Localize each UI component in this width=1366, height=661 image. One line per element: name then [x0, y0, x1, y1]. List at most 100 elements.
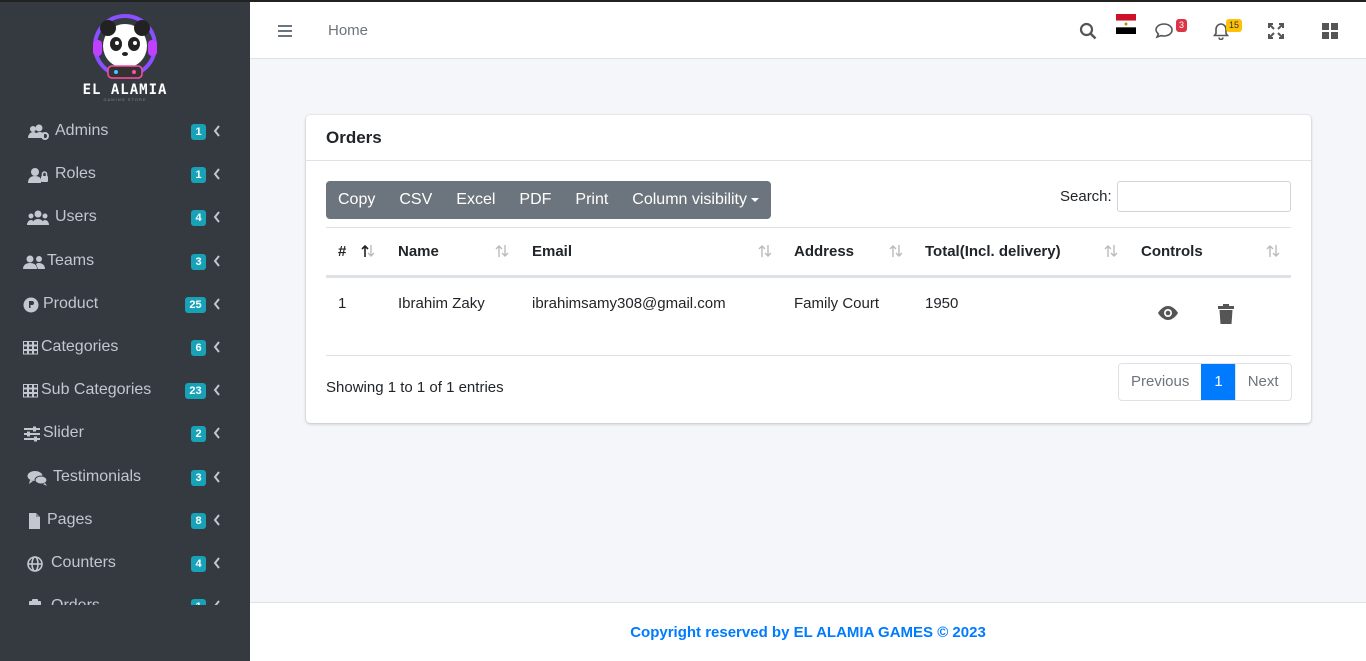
- column-header-email[interactable]: Email: [532, 243, 572, 260]
- fullscreen-icon[interactable]: [1268, 23, 1284, 39]
- sidebar-item-badge: 6: [191, 340, 206, 356]
- sidebar-item-badge: 25: [185, 297, 206, 313]
- copy-button[interactable]: Copy: [326, 181, 387, 219]
- sidebar-item-sub-categories[interactable]: Sub Categories 23: [0, 371, 250, 411]
- sidebar-fade: [0, 605, 250, 661]
- sidebar-item-badge: 8: [191, 513, 206, 529]
- csv-button[interactable]: CSV: [387, 181, 444, 219]
- orders-card: Orders Copy CSV Excel PDF Print Column v…: [306, 115, 1311, 423]
- table-info: Showing 1 to 1 of 1 entries: [326, 379, 504, 396]
- sidebar-item-label: Teams: [47, 252, 95, 269]
- sidebar-item-label: Users: [55, 208, 97, 225]
- column-header-id[interactable]: #: [338, 243, 346, 260]
- messages-badge: 3: [1176, 19, 1188, 32]
- sort-icon[interactable]: [1265, 244, 1281, 258]
- grid-layout-icon[interactable]: [1322, 23, 1338, 39]
- user-lock-icon: [28, 168, 48, 183]
- sidebar-item-slider[interactable]: Slider 2: [0, 414, 250, 454]
- delete-trash-icon[interactable]: [1217, 304, 1235, 324]
- chevron-left-icon: [213, 125, 220, 137]
- pagination-page-1[interactable]: 1: [1201, 364, 1235, 400]
- sidebar-item-label: Counters: [51, 554, 116, 571]
- search-input[interactable]: [1117, 181, 1291, 212]
- sort-icon[interactable]: [1103, 244, 1119, 258]
- brand-name: EL ALAMIA: [82, 82, 168, 98]
- column-header-name[interactable]: Name: [398, 243, 439, 260]
- card-title: Orders: [326, 128, 382, 147]
- sidebar-item-label: Product: [43, 295, 99, 312]
- chevron-left-icon: [213, 168, 220, 180]
- excel-button[interactable]: Excel: [444, 181, 507, 219]
- chevron-left-icon: [213, 557, 220, 569]
- sort-icon[interactable]: [757, 244, 773, 258]
- sidebar-item-badge: 1: [191, 167, 206, 183]
- sidebar-item-users[interactable]: Users 4: [0, 198, 250, 238]
- sidebar-item-label: Testimonials: [53, 468, 142, 485]
- sidebar-item-badge: 2: [191, 426, 206, 442]
- chevron-left-icon: [213, 427, 220, 439]
- column-visibility-button[interactable]: Column visibility: [620, 181, 771, 219]
- product-hunt-icon: [23, 297, 39, 313]
- egypt-flag-icon[interactable]: [1116, 14, 1136, 34]
- print-button[interactable]: Print: [563, 181, 620, 219]
- users-icon: [27, 210, 49, 225]
- sort-asc-icon[interactable]: [360, 244, 376, 258]
- sidebar-item-roles[interactable]: Roles 1: [0, 155, 250, 195]
- pagination: Previous 1 Next: [1118, 363, 1292, 401]
- sliders-icon: [24, 426, 40, 442]
- sort-icon[interactable]: [888, 244, 904, 258]
- sidebar-item-product[interactable]: Product 25: [0, 285, 250, 325]
- notifications-badge: 15: [1226, 19, 1243, 32]
- sidebar-item-counters[interactable]: Counters 4: [0, 544, 250, 584]
- cell-address: Family Court: [794, 295, 880, 312]
- panda-logo-icon: [93, 14, 157, 79]
- column-header-total[interactable]: Total(Incl. delivery): [925, 243, 1061, 260]
- sort-icon[interactable]: [494, 244, 510, 258]
- sidebar-item-label: Admins: [55, 122, 109, 139]
- chevron-left-icon: [213, 211, 220, 223]
- chevron-left-icon: [213, 341, 220, 353]
- sidebar-item-admins[interactable]: Admins 1: [0, 112, 250, 152]
- cell-id: 1: [338, 295, 347, 312]
- users-cog-icon: [28, 124, 49, 140]
- sidebar-item-badge: 3: [191, 254, 206, 270]
- globe-icon: [27, 556, 43, 572]
- sidebar-item-testimonials[interactable]: Testimonials 3: [0, 458, 250, 498]
- sidebar-item-label: Categories: [41, 338, 119, 355]
- pdf-button[interactable]: PDF: [507, 181, 563, 219]
- sidebar-item-teams[interactable]: Teams 3: [0, 242, 250, 282]
- hamburger-menu-icon[interactable]: [278, 24, 292, 38]
- table-header-border: [326, 275, 1291, 278]
- user-friends-icon: [23, 255, 45, 269]
- comments-icon: [27, 471, 48, 486]
- sidebar-item-pages[interactable]: Pages 8: [0, 501, 250, 541]
- column-visibility-label: Column visibility: [632, 191, 747, 208]
- sidebar-item-categories[interactable]: Categories 6: [0, 328, 250, 368]
- caret-down-icon: [751, 197, 759, 202]
- sidebar-item-label: Slider: [43, 424, 84, 441]
- sidebar-item-badge: 3: [191, 470, 206, 486]
- nav-home-link[interactable]: Home: [328, 22, 368, 39]
- chevron-left-icon: [213, 298, 220, 310]
- column-header-address[interactable]: Address: [794, 243, 854, 260]
- comments-icon[interactable]: [1155, 22, 1175, 40]
- view-eye-icon[interactable]: [1156, 305, 1180, 321]
- copyright-text: Copyright reserved by EL ALAMIA GAMES © …: [630, 624, 986, 641]
- pagination-next[interactable]: Next: [1234, 364, 1291, 400]
- chevron-left-icon: [213, 514, 220, 526]
- pagination-previous[interactable]: Previous: [1119, 364, 1201, 400]
- table-bottom-border: [326, 355, 1291, 356]
- top-navbar: Home 3 15: [250, 0, 1366, 59]
- sidebar-item-label: Sub Categories: [41, 381, 152, 398]
- column-header-controls[interactable]: Controls: [1141, 243, 1203, 260]
- file-icon: [29, 513, 40, 529]
- chevron-left-icon: [213, 384, 220, 396]
- sidebar-item-badge: 1: [191, 124, 206, 140]
- footer: Copyright reserved by EL ALAMIA GAMES © …: [250, 602, 1366, 661]
- brand[interactable]: EL ALAMIA GAMING STORE: [0, 2, 250, 108]
- cell-email: ibrahimsamy308@gmail.com: [532, 295, 726, 312]
- sidebar-item-badge: 4: [191, 556, 206, 572]
- cell-name: Ibrahim Zaky: [398, 295, 485, 312]
- table-top-border: [326, 227, 1291, 228]
- search-icon[interactable]: [1079, 22, 1097, 40]
